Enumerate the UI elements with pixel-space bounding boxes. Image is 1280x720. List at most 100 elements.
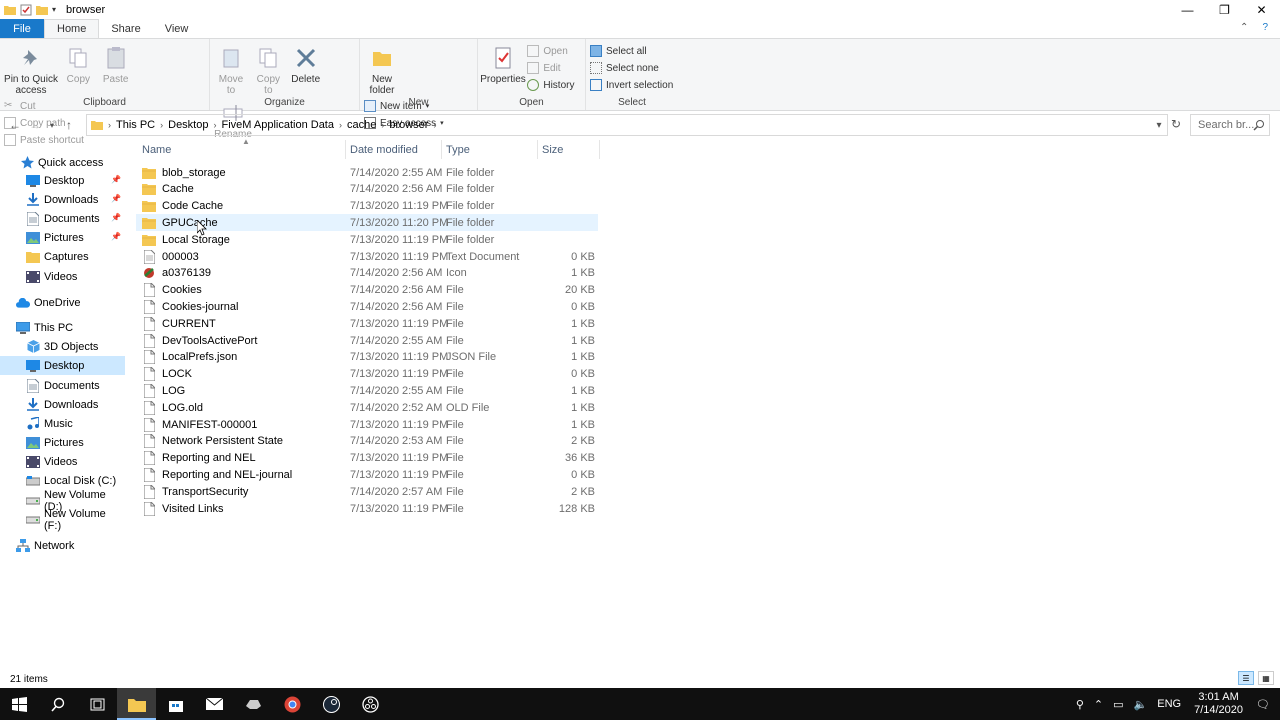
obs-icon[interactable] xyxy=(351,688,390,720)
sidebar-item-downloads[interactable]: Downloads 📌 xyxy=(0,190,125,209)
move-to-button[interactable]: Move to xyxy=(214,41,248,96)
forward-arrow-icon[interactable]: → xyxy=(25,118,45,132)
table-row[interactable]: a0376139 7/14/2020 2:56 AM Icon 1 KB xyxy=(136,265,598,282)
network-tray-icon[interactable]: ▭ xyxy=(1108,698,1128,711)
start-windows-icon[interactable] xyxy=(0,688,39,720)
store-icon[interactable] xyxy=(156,688,195,720)
search-icon[interactable] xyxy=(39,688,78,720)
column-header-date[interactable]: Date modified xyxy=(346,140,442,159)
invert-selection-button[interactable]: Invert selection xyxy=(590,78,673,92)
new-folder-icon[interactable] xyxy=(36,4,48,16)
table-row[interactable]: MANIFEST-000001 7/13/2020 11:19 PM File 1 K… xyxy=(136,416,598,433)
refresh-icon[interactable]: ↻ xyxy=(1166,117,1186,131)
table-row[interactable]: TransportSecurity 7/14/2020 2:57 AM File 2 … xyxy=(136,483,598,500)
sidebar-item-documents[interactable]: Documents xyxy=(0,376,125,395)
table-row[interactable]: DevToolsActivePort 7/14/2020 2:55 AM File 1… xyxy=(136,332,598,349)
mail-icon[interactable] xyxy=(195,688,234,720)
breadcrumb-desktop[interactable]: Desktop xyxy=(164,119,212,131)
back-arrow-icon[interactable]: ← xyxy=(5,118,25,132)
sidebar-item-local-disk-c[interactable]: Local Disk (C:) xyxy=(0,471,125,490)
table-row[interactable]: Reporting and NEL-journal 7/13/2020 11:19… xyxy=(136,466,598,483)
table-row[interactable]: LOCK 7/13/2020 11:19 PM File 0 KB xyxy=(136,366,598,383)
chrome-icon[interactable] xyxy=(273,688,312,720)
history-button[interactable]: History xyxy=(527,78,574,92)
task-view-icon[interactable] xyxy=(78,688,117,720)
tab-share[interactable]: Share xyxy=(99,19,152,38)
column-header-name[interactable]: Name ▲ xyxy=(142,137,346,159)
delete-button[interactable]: Delete xyxy=(289,41,323,85)
collapse-ribbon-icon[interactable]: ⌃ xyxy=(1240,22,1248,33)
table-row[interactable]: CURRENT 7/13/2020 11:19 PM File 1 KB xyxy=(136,315,598,332)
table-row[interactable]: Cookies-journal 7/14/2020 2:56 AM File 0 KB xyxy=(136,298,598,315)
sidebar-item-quick-access[interactable]: Quick access xyxy=(0,153,125,172)
app-icon[interactable] xyxy=(234,688,273,720)
sidebar-item-network[interactable]: Network xyxy=(0,536,125,555)
sidebar-item-pictures[interactable]: Pictures 📌 xyxy=(0,228,125,247)
new-folder-button[interactable]: New folder xyxy=(364,41,400,96)
sidebar-item-pictures[interactable]: Pictures xyxy=(0,433,125,452)
address-dropdown-icon[interactable]: ▾ xyxy=(1151,120,1167,131)
steam-icon[interactable] xyxy=(312,688,351,720)
table-row[interactable]: Code Cache 7/13/2020 11:19 PM File folder xyxy=(136,198,598,215)
restore-button[interactable]: ❐ xyxy=(1206,0,1243,19)
tab-view[interactable]: View xyxy=(153,19,201,38)
properties-icon[interactable] xyxy=(20,4,32,16)
table-row[interactable]: Cookies 7/14/2020 2:56 AM File 20 KB xyxy=(136,282,598,299)
recent-locations-icon[interactable]: ▾ xyxy=(45,121,59,130)
table-row[interactable]: Visited Links 7/13/2020 11:19 PM File 128 K… xyxy=(136,500,598,517)
up-arrow-icon[interactable]: ↑ xyxy=(59,118,79,132)
details-view-icon[interactable]: ☰ xyxy=(1238,671,1254,685)
search-input[interactable]: Search br... xyxy=(1190,114,1270,136)
sidebar-item-captures[interactable]: Captures xyxy=(0,247,125,266)
copy-button[interactable]: Copy xyxy=(61,41,95,85)
column-header-type[interactable]: Type xyxy=(442,140,538,159)
file-explorer-taskbar-icon[interactable] xyxy=(117,688,156,720)
table-row[interactable]: LOG.old 7/14/2020 2:52 AM OLD File 1 KB xyxy=(136,399,598,416)
select-all-button[interactable]: Select all xyxy=(590,44,673,58)
pin-quick-access-button[interactable]: Pin to Quick access xyxy=(4,41,58,96)
minimize-button[interactable]: — xyxy=(1169,0,1206,19)
breadcrumb-fivem[interactable]: FiveM Application Data xyxy=(217,119,338,131)
sidebar-item-this-pc[interactable]: This PC xyxy=(0,318,125,337)
table-row[interactable]: LocalPrefs.json 7/13/2020 11:19 PM JSON Fi… xyxy=(136,349,598,366)
tab-file[interactable]: File xyxy=(0,19,44,38)
chevron-right-icon[interactable]: › xyxy=(432,120,437,130)
edit-button[interactable]: Edit xyxy=(527,61,574,75)
clock[interactable]: 3:01 AM 7/14/2020 xyxy=(1186,691,1251,717)
sidebar-item-music[interactable]: Music xyxy=(0,414,125,433)
people-icon[interactable]: ⚲ xyxy=(1071,698,1089,711)
sidebar-item-3d-objects[interactable]: 3D Objects xyxy=(0,337,125,356)
sidebar-item-documents[interactable]: Documents 📌 xyxy=(0,209,125,228)
column-header-size[interactable]: Size xyxy=(538,140,600,159)
qat-dropdown-icon[interactable]: ▾ xyxy=(52,5,56,14)
select-none-button[interactable]: Select none xyxy=(590,61,673,75)
sidebar-item-new-volume-f[interactable]: New Volume (F:) xyxy=(0,508,125,532)
table-row[interactable]: 000003 7/13/2020 11:19 PM Text Document 0 K… xyxy=(136,248,598,265)
sidebar-item-desktop[interactable]: Desktop xyxy=(0,356,125,375)
sidebar-item-videos[interactable]: Videos xyxy=(0,267,125,286)
copy-to-button[interactable]: Copy to xyxy=(251,41,285,96)
properties-button[interactable]: Properties xyxy=(480,41,526,85)
notifications-icon[interactable]: 🗨 xyxy=(1251,698,1280,711)
breadcrumb-browser[interactable]: browser xyxy=(385,119,432,131)
sidebar-item-onedrive[interactable]: OneDrive xyxy=(0,293,125,312)
address-bar[interactable]: › This PC › Desktop › FiveM Application … xyxy=(86,114,1168,136)
open-button[interactable]: Open xyxy=(527,44,574,58)
tab-home[interactable]: Home xyxy=(44,19,100,38)
large-icons-view-icon[interactable]: ▦ xyxy=(1258,671,1274,685)
breadcrumb-this-pc[interactable]: This PC xyxy=(112,119,159,131)
volume-icon[interactable]: 🔈 xyxy=(1129,698,1153,711)
sidebar-item-videos[interactable]: Videos xyxy=(0,452,125,471)
language-indicator[interactable]: ENG xyxy=(1152,698,1186,710)
breadcrumb-cache[interactable]: cache xyxy=(343,119,380,131)
table-row[interactable]: blob_storage 7/14/2020 2:55 AM File folder xyxy=(136,164,598,181)
help-icon[interactable]: ? xyxy=(1262,22,1268,33)
paste-button[interactable]: Paste xyxy=(99,41,133,85)
sidebar-item-desktop[interactable]: Desktop 📌 xyxy=(0,171,125,190)
table-row[interactable]: Network Persistent State 7/14/2020 2:53 A… xyxy=(136,433,598,450)
close-button[interactable]: ✕ xyxy=(1243,0,1280,19)
table-row[interactable]: LOG 7/14/2020 2:55 AM File 1 KB xyxy=(136,382,598,399)
table-row[interactable]: Cache 7/14/2020 2:56 AM File folder xyxy=(136,181,598,198)
table-row[interactable]: Reporting and NEL 7/13/2020 11:19 PM File 3… xyxy=(136,450,598,467)
sidebar-item-downloads[interactable]: Downloads xyxy=(0,395,125,414)
